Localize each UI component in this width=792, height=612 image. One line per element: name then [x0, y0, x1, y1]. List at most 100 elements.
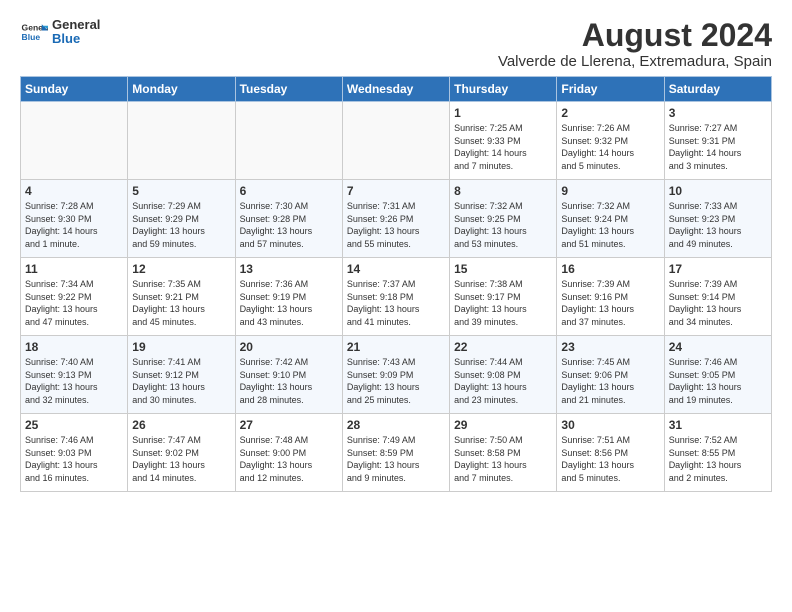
cell-info: Sunrise: 7:28 AM Sunset: 9:30 PM Dayligh…: [25, 200, 123, 250]
calendar-cell: 23 Sunrise: 7:45 AM Sunset: 9:06 PM Dayli…: [557, 336, 664, 414]
calendar-cell: 31Sunrise: 7:52 AM Sunset: 8:55 PM Dayli…: [664, 414, 771, 492]
cell-info: Sunrise: 7:47 AM Sunset: 9:02 PM Dayligh…: [132, 434, 230, 484]
cell-info: Sunrise: 7:43 AM Sunset: 9:09 PM Dayligh…: [347, 356, 445, 406]
calendar-cell: 30 Sunrise: 7:51 AM Sunset: 8:56 PM Dayli…: [557, 414, 664, 492]
calendar-cell: 7 Sunrise: 7:31 AM Sunset: 9:26 PM Daylig…: [342, 180, 449, 258]
day-number: 14: [347, 262, 445, 276]
calendar-cell: [128, 102, 235, 180]
calendar-cell: 18Sunrise: 7:40 AM Sunset: 9:13 PM Dayli…: [21, 336, 128, 414]
calendar-cell: 28 Sunrise: 7:49 AM Sunset: 8:59 PM Dayli…: [342, 414, 449, 492]
cell-info: Sunrise: 7:33 AM Sunset: 9:23 PM Dayligh…: [669, 200, 767, 250]
month-year: August 2024: [498, 18, 772, 53]
day-number: 24: [669, 340, 767, 354]
day-number: 27: [240, 418, 338, 432]
calendar-cell: 11Sunrise: 7:34 AM Sunset: 9:22 PM Dayli…: [21, 258, 128, 336]
calendar-cell: 6 Sunrise: 7:30 AM Sunset: 9:28 PM Daylig…: [235, 180, 342, 258]
logo-blue: Blue: [52, 32, 100, 46]
title-block: August 2024 Valverde de Llerena, Extrema…: [498, 18, 772, 70]
header: General Blue General Blue August 2024 Va…: [20, 18, 772, 70]
cell-info: Sunrise: 7:51 AM Sunset: 8:56 PM Dayligh…: [561, 434, 659, 484]
calendar-cell: 25 Sunrise: 7:46 AM Sunset: 9:03 PM Dayli…: [21, 414, 128, 492]
cell-info: Sunrise: 7:29 AM Sunset: 9:29 PM Dayligh…: [132, 200, 230, 250]
calendar-cell: 13 Sunrise: 7:36 AM Sunset: 9:19 PM Dayli…: [235, 258, 342, 336]
header-friday: Friday: [557, 77, 664, 102]
header-thursday: Thursday: [450, 77, 557, 102]
cell-info: Sunrise: 7:31 AM Sunset: 9:26 PM Dayligh…: [347, 200, 445, 250]
day-number: 12: [132, 262, 230, 276]
page: General Blue General Blue August 2024 Va…: [0, 0, 792, 502]
day-number: 6: [240, 184, 338, 198]
day-number: 5: [132, 184, 230, 198]
cell-info: Sunrise: 7:44 AM Sunset: 9:08 PM Dayligh…: [454, 356, 552, 406]
day-number: 30: [561, 418, 659, 432]
day-number: 23: [561, 340, 659, 354]
cell-info: Sunrise: 7:26 AM Sunset: 9:32 PM Dayligh…: [561, 122, 659, 172]
cell-info: Sunrise: 7:38 AM Sunset: 9:17 PM Dayligh…: [454, 278, 552, 328]
calendar-cell: [21, 102, 128, 180]
cell-info: Sunrise: 7:50 AM Sunset: 8:58 PM Dayligh…: [454, 434, 552, 484]
calendar-cell: 3 Sunrise: 7:27 AM Sunset: 9:31 PM Daylig…: [664, 102, 771, 180]
cell-info: Sunrise: 7:42 AM Sunset: 9:10 PM Dayligh…: [240, 356, 338, 406]
cell-info: Sunrise: 7:41 AM Sunset: 9:12 PM Dayligh…: [132, 356, 230, 406]
calendar-cell: 1Sunrise: 7:25 AM Sunset: 9:33 PM Daylig…: [450, 102, 557, 180]
logo: General Blue General Blue: [20, 18, 100, 47]
cell-info: Sunrise: 7:27 AM Sunset: 9:31 PM Dayligh…: [669, 122, 767, 172]
calendar-cell: 24Sunrise: 7:46 AM Sunset: 9:05 PM Dayli…: [664, 336, 771, 414]
calendar-cell: 15Sunrise: 7:38 AM Sunset: 9:17 PM Dayli…: [450, 258, 557, 336]
cell-info: Sunrise: 7:45 AM Sunset: 9:06 PM Dayligh…: [561, 356, 659, 406]
cell-info: Sunrise: 7:35 AM Sunset: 9:21 PM Dayligh…: [132, 278, 230, 328]
day-number: 4: [25, 184, 123, 198]
day-number: 8: [454, 184, 552, 198]
calendar-cell: 19 Sunrise: 7:41 AM Sunset: 9:12 PM Dayli…: [128, 336, 235, 414]
day-number: 25: [25, 418, 123, 432]
header-sunday: Sunday: [21, 77, 128, 102]
svg-text:Blue: Blue: [22, 32, 41, 42]
day-number: 28: [347, 418, 445, 432]
week-row-2: 4 Sunrise: 7:28 AM Sunset: 9:30 PM Daylig…: [21, 180, 772, 258]
day-number: 31: [669, 418, 767, 432]
cell-info: Sunrise: 7:49 AM Sunset: 8:59 PM Dayligh…: [347, 434, 445, 484]
cell-info: Sunrise: 7:36 AM Sunset: 9:19 PM Dayligh…: [240, 278, 338, 328]
calendar-cell: 5 Sunrise: 7:29 AM Sunset: 9:29 PM Daylig…: [128, 180, 235, 258]
cell-info: Sunrise: 7:32 AM Sunset: 9:24 PM Dayligh…: [561, 200, 659, 250]
calendar-cell: 14 Sunrise: 7:37 AM Sunset: 9:18 PM Dayli…: [342, 258, 449, 336]
calendar-cell: 17Sunrise: 7:39 AM Sunset: 9:14 PM Dayli…: [664, 258, 771, 336]
calendar-cell: [235, 102, 342, 180]
day-number: 1: [454, 106, 552, 120]
calendar-cell: 21 Sunrise: 7:43 AM Sunset: 9:09 PM Dayli…: [342, 336, 449, 414]
calendar-cell: [342, 102, 449, 180]
calendar-cell: 26 Sunrise: 7:47 AM Sunset: 9:02 PM Dayli…: [128, 414, 235, 492]
day-number: 10: [669, 184, 767, 198]
week-row-3: 11Sunrise: 7:34 AM Sunset: 9:22 PM Dayli…: [21, 258, 772, 336]
calendar-cell: 2 Sunrise: 7:26 AM Sunset: 9:32 PM Daylig…: [557, 102, 664, 180]
calendar-cell: 22 Sunrise: 7:44 AM Sunset: 9:08 PM Dayli…: [450, 336, 557, 414]
day-number: 26: [132, 418, 230, 432]
day-number: 20: [240, 340, 338, 354]
day-number: 13: [240, 262, 338, 276]
day-number: 2: [561, 106, 659, 120]
day-number: 7: [347, 184, 445, 198]
day-number: 3: [669, 106, 767, 120]
calendar-cell: 8 Sunrise: 7:32 AM Sunset: 9:25 PM Daylig…: [450, 180, 557, 258]
calendar-cell: 27 Sunrise: 7:48 AM Sunset: 9:00 PM Dayli…: [235, 414, 342, 492]
header-saturday: Saturday: [664, 77, 771, 102]
cell-info: Sunrise: 7:48 AM Sunset: 9:00 PM Dayligh…: [240, 434, 338, 484]
cell-info: Sunrise: 7:46 AM Sunset: 9:03 PM Dayligh…: [25, 434, 123, 484]
header-wednesday: Wednesday: [342, 77, 449, 102]
week-row-5: 25 Sunrise: 7:46 AM Sunset: 9:03 PM Dayli…: [21, 414, 772, 492]
cell-info: Sunrise: 7:30 AM Sunset: 9:28 PM Dayligh…: [240, 200, 338, 250]
week-row-1: 1Sunrise: 7:25 AM Sunset: 9:33 PM Daylig…: [21, 102, 772, 180]
logo-general: General: [52, 18, 100, 32]
day-number: 21: [347, 340, 445, 354]
cell-info: Sunrise: 7:34 AM Sunset: 9:22 PM Dayligh…: [25, 278, 123, 328]
logo-icon: General Blue: [20, 18, 48, 46]
calendar-cell: 4 Sunrise: 7:28 AM Sunset: 9:30 PM Daylig…: [21, 180, 128, 258]
day-number: 17: [669, 262, 767, 276]
cell-info: Sunrise: 7:32 AM Sunset: 9:25 PM Dayligh…: [454, 200, 552, 250]
day-number: 22: [454, 340, 552, 354]
calendar-table: SundayMondayTuesdayWednesdayThursdayFrid…: [20, 76, 772, 492]
cell-info: Sunrise: 7:37 AM Sunset: 9:18 PM Dayligh…: [347, 278, 445, 328]
location: Valverde de Llerena, Extremadura, Spain: [498, 53, 772, 70]
day-number: 19: [132, 340, 230, 354]
calendar-cell: 16Sunrise: 7:39 AM Sunset: 9:16 PM Dayli…: [557, 258, 664, 336]
